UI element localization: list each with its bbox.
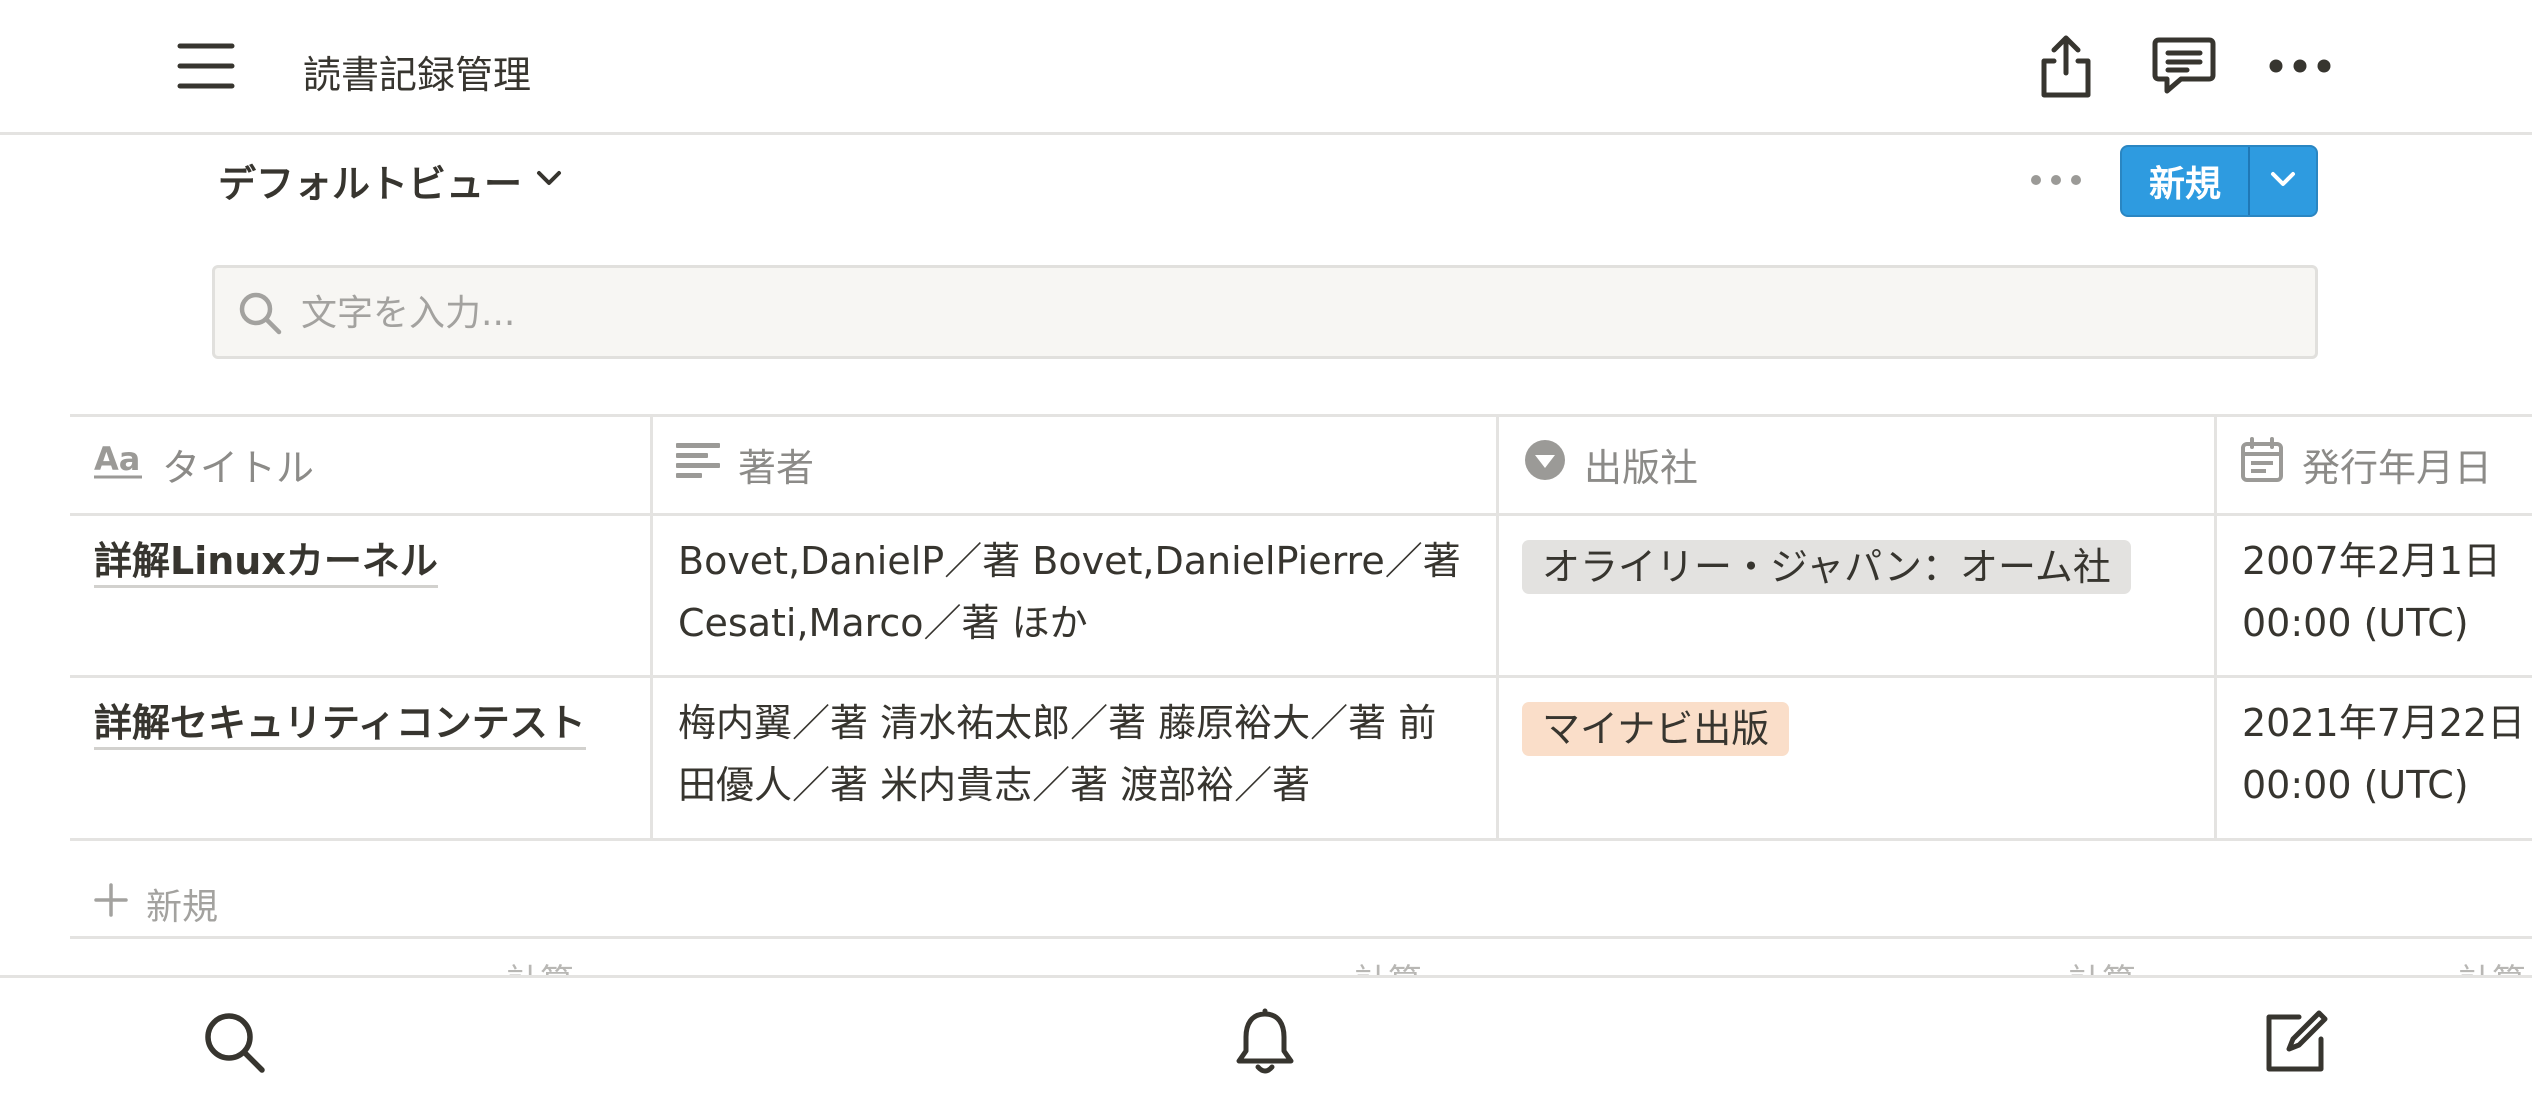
column-header-publisher[interactable]: 出版社 xyxy=(1524,414,1698,514)
search-input[interactable] xyxy=(299,280,2283,346)
new-button-label[interactable]: 新規 xyxy=(2122,147,2248,215)
table-row-author[interactable]: 梅内翼／著 清水祐太郎／著 藤原裕大／著 前 田優人／著 米内貴志／著 渡部裕／… xyxy=(678,692,1488,816)
text-aa-icon: Aa xyxy=(94,440,144,489)
table-row-publisher[interactable]: マイナビ出版 xyxy=(1522,698,1790,760)
author-line: Cesati,Marco／著 ほか xyxy=(678,601,1088,645)
date-line: 00:00 (UTC) xyxy=(2242,601,2469,645)
table-row-publisher[interactable]: オライリー・ジャパン：オーム社 xyxy=(1522,536,2131,598)
table-border xyxy=(70,675,2532,678)
bell-icon[interactable] xyxy=(1229,1006,1301,1078)
table-row-title[interactable]: 詳解Linuxカーネル xyxy=(94,530,438,592)
comment-icon[interactable] xyxy=(2148,30,2220,102)
svg-text:Aa: Aa xyxy=(94,440,140,478)
date-line: 2007年2月1日 xyxy=(2242,539,2502,583)
view-switcher[interactable]: デフォルトビュー xyxy=(218,156,562,206)
table-border xyxy=(70,936,2532,939)
author-line: 梅内翼／著 清水祐太郎／著 藤原裕大／著 前 xyxy=(678,701,1437,745)
table-border xyxy=(70,838,2532,841)
table-border xyxy=(70,513,2532,516)
column-header-title[interactable]: Aa タイトル xyxy=(94,414,314,514)
top-bar: 読書記録管理 xyxy=(0,0,2532,135)
bottom-bar xyxy=(0,975,2532,1105)
table-row-title[interactable]: 詳解セキュリティコンテスト xyxy=(94,692,586,754)
column-header-label: 著者 xyxy=(738,445,815,490)
share-icon[interactable] xyxy=(2030,30,2102,102)
search-box[interactable] xyxy=(212,265,2318,359)
column-header-label: 発行年月日 xyxy=(2302,445,2493,490)
select-arrow-icon xyxy=(1524,439,1566,490)
search-icon xyxy=(237,290,283,336)
more-options-icon[interactable] xyxy=(2264,30,2336,102)
compose-icon[interactable] xyxy=(2260,1006,2332,1078)
plus-icon xyxy=(94,882,128,926)
column-header-label: 出版社 xyxy=(1584,445,1699,490)
new-button[interactable]: 新規 xyxy=(2120,145,2318,217)
column-divider xyxy=(650,414,653,841)
database-table: Aa タイトル 著者 出版社 発行年月日 詳解Linuxカーネル Bovet,D… xyxy=(70,414,2532,1002)
new-button-dropdown[interactable] xyxy=(2250,147,2316,215)
author-line: Bovet,DanielP／著 Bovet,DanielPierre／著 xyxy=(678,539,1461,583)
table-row-author[interactable]: Bovet,DanielP／著 Bovet,DanielPierre／著 Ces… xyxy=(678,530,1488,654)
lines-icon xyxy=(676,440,720,489)
search-icon[interactable] xyxy=(198,1006,270,1078)
column-divider xyxy=(1496,414,1499,841)
chevron-down-icon xyxy=(536,169,562,191)
menu-icon[interactable] xyxy=(176,36,236,96)
publisher-tag: オライリー・ジャパン：オーム社 xyxy=(1522,540,2131,594)
add-row-button[interactable]: 新規 xyxy=(94,869,218,939)
page-title: 読書記録管理 xyxy=(303,53,532,97)
table-border xyxy=(70,414,2532,417)
row-title-link[interactable]: 詳解Linuxカーネル xyxy=(94,539,438,588)
column-header-label: タイトル xyxy=(162,445,315,490)
date-line: 00:00 (UTC) xyxy=(2242,763,2469,807)
calendar-icon xyxy=(2240,436,2284,492)
view-name: デフォルトビュー xyxy=(218,161,523,206)
column-header-author[interactable]: 著者 xyxy=(676,414,814,514)
column-header-date[interactable]: 発行年月日 xyxy=(2240,414,2492,514)
date-line: 2021年7月22日 xyxy=(2242,701,2526,745)
table-row-date[interactable]: 2007年2月1日 00:00 (UTC) xyxy=(2242,530,2501,654)
table-row-date[interactable]: 2021年7月22日 00:00 (UTC) xyxy=(2242,692,2525,816)
row-title-link[interactable]: 詳解セキュリティコンテスト xyxy=(94,701,586,750)
chevron-down-icon xyxy=(2270,170,2296,192)
add-row-label: 新規 xyxy=(146,887,219,928)
view-more-icon[interactable] xyxy=(2026,160,2086,200)
publisher-tag: マイナビ出版 xyxy=(1522,702,1790,756)
column-divider xyxy=(2214,414,2217,841)
author-line: 田優人／著 米内貴志／著 渡部裕／著 xyxy=(678,763,1311,807)
